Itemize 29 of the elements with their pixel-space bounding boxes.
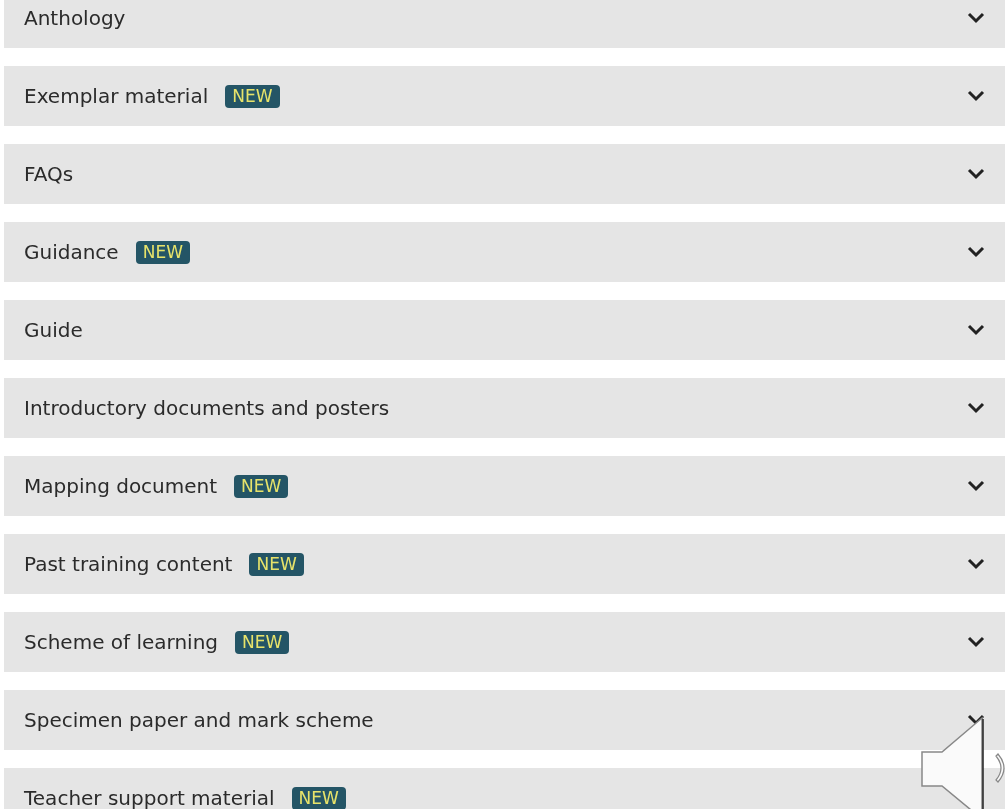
- new-badge: NEW: [225, 84, 280, 108]
- section-title: Guidance: [24, 240, 119, 264]
- section-title: Mapping document: [24, 474, 218, 498]
- section-title: Scheme of learning: [24, 630, 219, 654]
- accordion-header[interactable]: FAQs: [4, 144, 1005, 204]
- section-title: Specimen paper and mark scheme: [24, 708, 374, 732]
- accordion-header[interactable]: Specimen paper and mark scheme: [4, 690, 1005, 750]
- section-title: Anthology: [24, 6, 126, 30]
- section-title: FAQs: [24, 162, 74, 186]
- new-badge: NEW: [235, 630, 290, 654]
- section-title: Teacher support material: [24, 786, 275, 809]
- accordion-header[interactable]: Introductory documents and posters: [4, 378, 1005, 438]
- new-badge: NEW: [291, 786, 346, 809]
- accordion-header[interactable]: Anthology: [4, 0, 1005, 48]
- accordion-header[interactable]: Guidance NEW: [4, 222, 1005, 282]
- section-title: Guide: [24, 318, 83, 342]
- accordion-header[interactable]: Scheme of learning NEW: [4, 612, 1005, 672]
- accordion-header[interactable]: Past training content NEW: [4, 534, 1005, 594]
- speaker-icon[interactable]: [920, 716, 1008, 809]
- new-badge: NEW: [135, 240, 190, 264]
- section-title: Past training content: [24, 552, 233, 576]
- accordion-header[interactable]: Mapping document NEW: [4, 456, 1005, 516]
- new-badge: NEW: [234, 474, 289, 498]
- section-title: Introductory documents and posters: [24, 396, 390, 420]
- accordion-header[interactable]: Exemplar material NEW: [4, 66, 1005, 126]
- section-title: Exemplar material: [24, 84, 209, 108]
- new-badge: NEW: [249, 552, 304, 576]
- accordion-header[interactable]: Guide: [4, 300, 1005, 360]
- accordion-header[interactable]: Teacher support material NEW: [4, 768, 1005, 809]
